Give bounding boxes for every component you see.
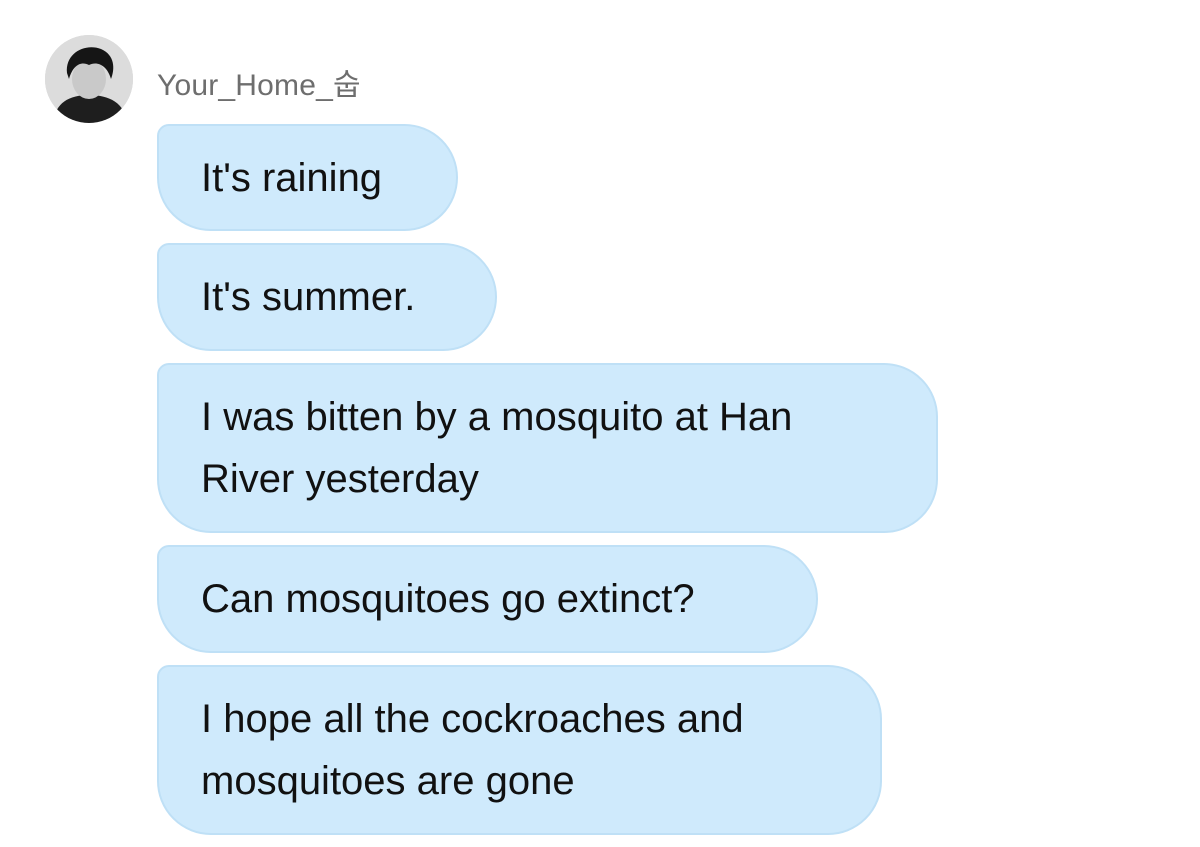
message-bubble-2[interactable]: It's summer.	[157, 243, 497, 351]
message-bubble-1[interactable]: It's raining	[157, 124, 458, 231]
message-bubble-4[interactable]: Can mosquitoes go extinct?	[157, 545, 818, 653]
message-text-line: River yesterday	[201, 457, 479, 501]
message-bubble-3[interactable]: I was bitten by a mosquito at Han River …	[157, 363, 938, 533]
profile-photo-icon	[45, 35, 133, 123]
message-text: It's summer.	[201, 275, 416, 319]
message-text-line: mosquitoes are gone	[201, 759, 575, 803]
sender-avatar[interactable]	[45, 35, 133, 123]
message-text-line: I hope all the cockroaches and	[201, 697, 744, 741]
message-text: Can mosquitoes go extinct?	[201, 577, 695, 621]
message-text: It's raining	[201, 155, 383, 200]
sender-name: Your_Home_숩	[157, 69, 361, 102]
message-bubble-5[interactable]: I hope all the cockroaches and mosquitoe…	[157, 665, 882, 835]
message-text-line: I was bitten by a mosquito at Han	[201, 395, 793, 439]
